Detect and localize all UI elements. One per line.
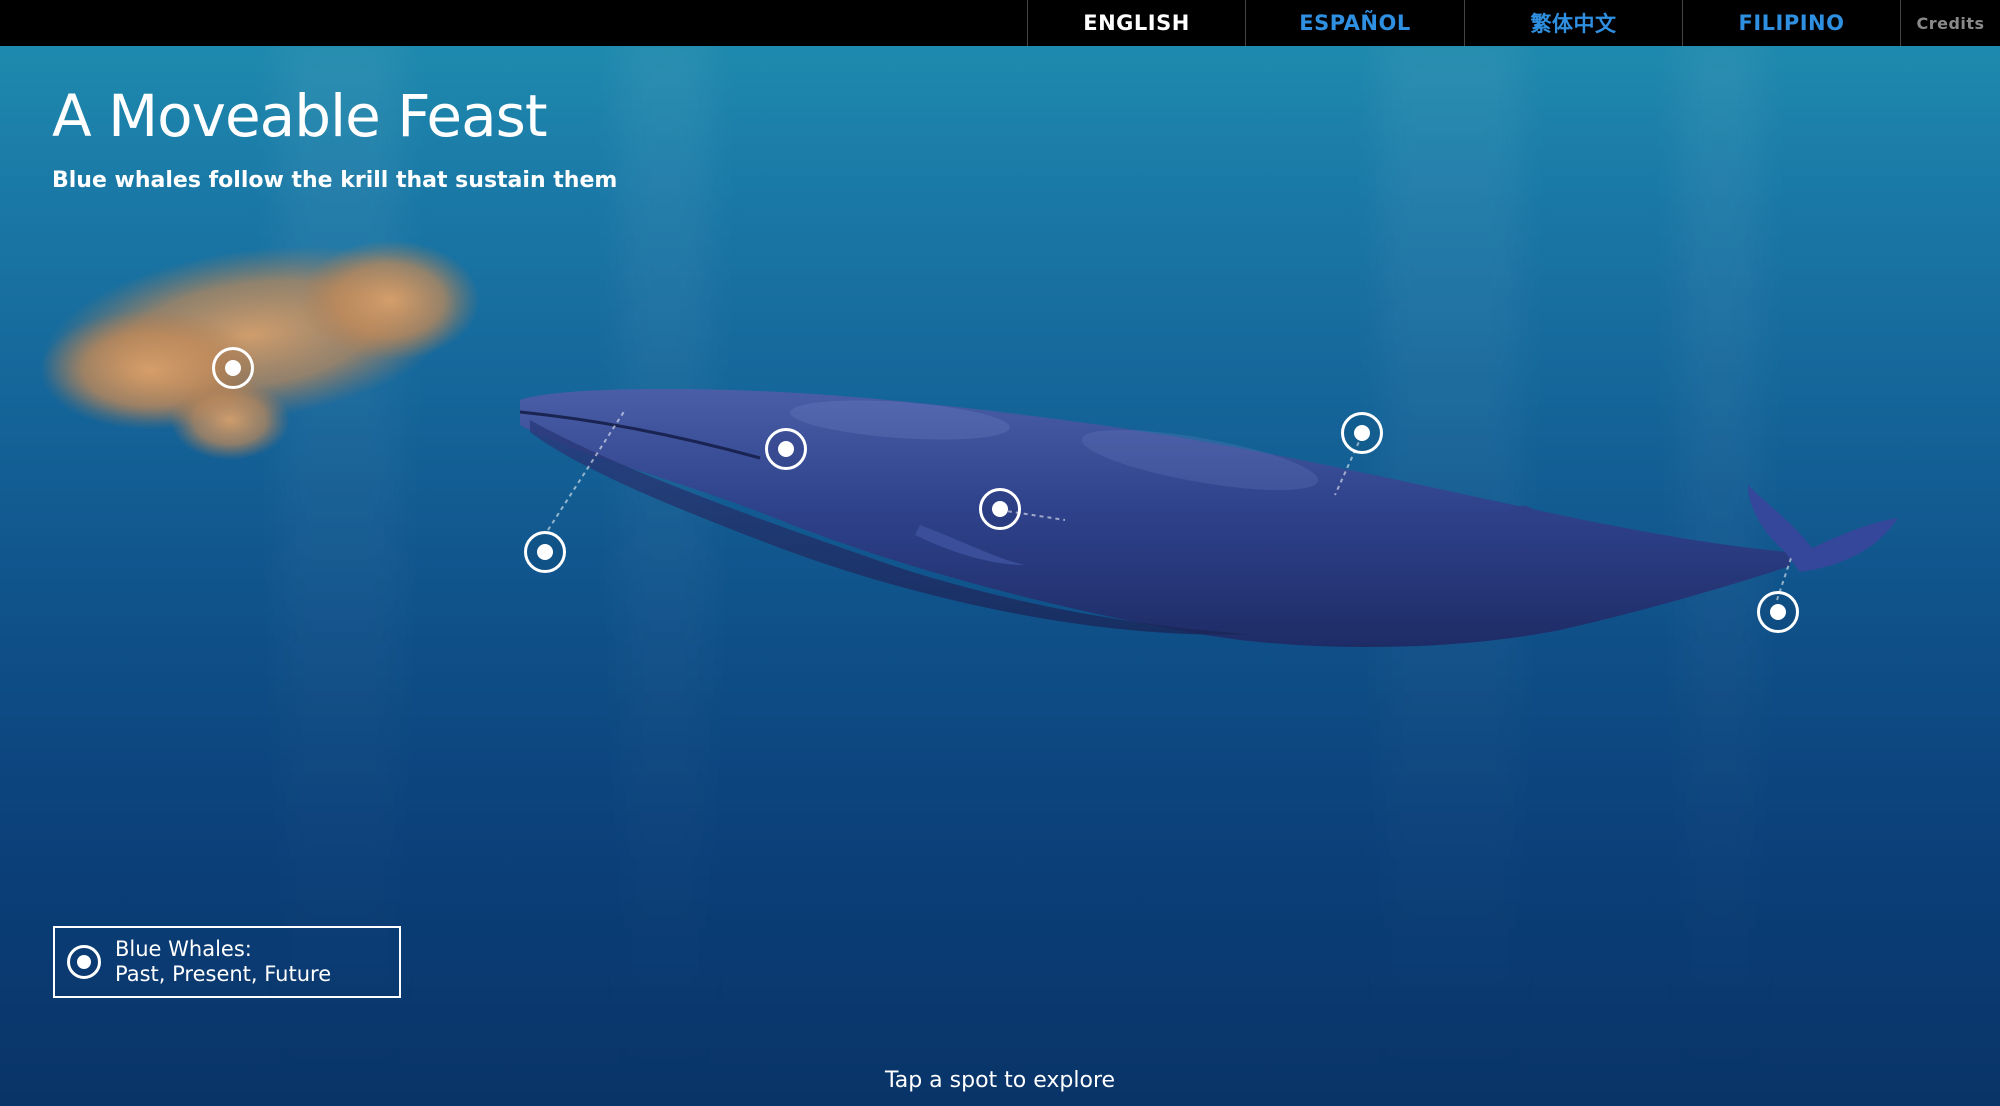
explore-hint: Tap a spot to explore: [884, 1068, 1116, 1093]
ocean-scene: ENGLISH ESPAÑOL 繁体中文 FILIPINO Credits A …: [0, 0, 2000, 1106]
language-tab-english[interactable]: ENGLISH: [1027, 0, 1245, 46]
page-title: A Moveable Feast: [52, 82, 548, 150]
story-link-button[interactable]: Blue Whales: Past, Present, Future: [53, 926, 401, 998]
language-selector: ENGLISH ESPAÑOL 繁体中文 FILIPINO Credits: [1027, 0, 2000, 46]
hotspot-whale-head[interactable]: [765, 428, 807, 470]
top-navigation-bar: ENGLISH ESPAÑOL 繁体中文 FILIPINO Credits: [0, 0, 2000, 46]
language-tab-filipino[interactable]: FILIPINO: [1682, 0, 1900, 46]
hotspot-whale-back[interactable]: [1341, 412, 1383, 454]
hotspot-whale-flipper[interactable]: [979, 488, 1021, 530]
story-link-line-2: Past, Present, Future: [115, 962, 332, 986]
hotspot-whale-tail[interactable]: [1757, 591, 1799, 633]
hotspot-whale-mouth[interactable]: [524, 531, 566, 573]
story-link-label: Blue Whales: Past, Present, Future: [115, 937, 331, 987]
language-tab-espanol[interactable]: ESPAÑOL: [1245, 0, 1464, 46]
language-tab-traditional-chinese[interactable]: 繁体中文: [1464, 0, 1682, 46]
krill-swarm: [40, 240, 480, 460]
blue-whale: [519, 389, 1898, 648]
story-link-line-1: Blue Whales:: [115, 937, 252, 961]
hotspot-icon: [67, 945, 101, 979]
hotspot-krill[interactable]: [212, 347, 254, 389]
credits-link[interactable]: Credits: [1900, 0, 2000, 46]
page-subtitle: Blue whales follow the krill that sustai…: [52, 168, 618, 193]
